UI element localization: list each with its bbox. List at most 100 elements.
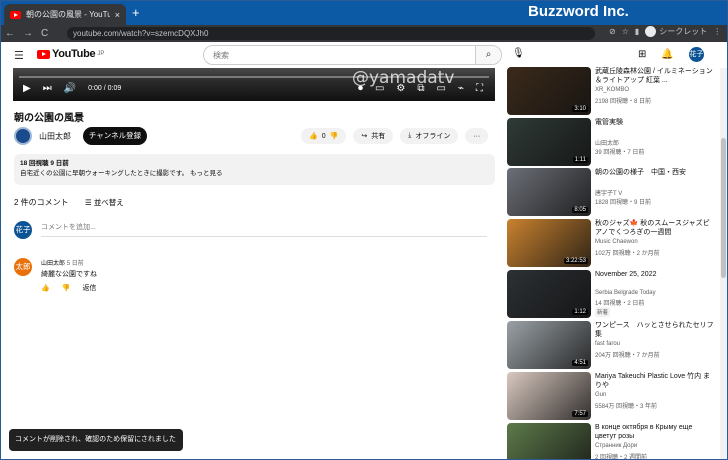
new-badge: 新着 [595, 307, 611, 317]
recommendation-title[interactable]: В конце октября в Крыму еще цветут розы [595, 423, 715, 441]
download-icon: ⤓ [408, 132, 412, 139]
miniplayer-icon[interactable]: ⧉ [417, 83, 424, 94]
recommendation-item[interactable]: 1:12 November 25, 2022 Serbia Belgrade Tod… [507, 270, 719, 318]
search-icon[interactable]: ⌕ [475, 46, 501, 64]
video-thumbnail[interactable]: 1:11 [507, 118, 591, 166]
channel-name[interactable]: 山田太郎 [39, 131, 71, 142]
forward-icon[interactable]: → [19, 28, 37, 39]
views-date: 18 回視聴 9 日前 [20, 160, 69, 167]
url-text: youtube.com/watch?v=szemcDQXJh0 [73, 29, 209, 38]
video-thumbnail[interactable] [507, 423, 591, 459]
incognito-indicator[interactable]: シークレット [645, 26, 707, 37]
duration-badge: 3:10 [572, 106, 588, 112]
recommendation-item[interactable]: 1:11 電管実験 山田太郎 39 回視聴・7 日前 [507, 118, 719, 166]
comment-avatar[interactable]: 太郎 [14, 258, 32, 276]
video-thumbnail[interactable]: 4:51 [507, 321, 591, 369]
subtitles-icon[interactable]: ▭ [375, 83, 384, 94]
like-icon[interactable]: 👍 [309, 132, 318, 140]
next-icon[interactable]: ⏭ [43, 83, 52, 94]
microphone-icon[interactable]: 🎙 [512, 48, 525, 59]
recommendation-channel[interactable]: fast farou [595, 341, 620, 347]
star-icon[interactable]: ☆ [622, 27, 629, 36]
volume-icon[interactable]: 🔊 [64, 83, 76, 94]
video-title: 朝の公園の風景 [14, 113, 84, 124]
my-avatar: 花子 [14, 221, 32, 239]
video-player[interactable]: @yamadatv ▶ ⏭ 🔊 0:00 / 0:09 ⏺ ▭ ⚙ ⧉ ▭ ⌁ … [13, 68, 495, 101]
youtube-header: ☰ YouTube JP 検索 ⌕ 🎙 ⊞ 🔔 花子 [1, 42, 727, 68]
progress-bar[interactable] [19, 76, 489, 78]
comment-author[interactable]: 山田太郎 [41, 261, 65, 267]
description-box[interactable]: 18 回視聴 9 日前 自宅近くの公園に早朝ウォーキングしたときに撮影です。 も… [14, 154, 495, 185]
cast-icon[interactable]: ⌁ [458, 83, 464, 94]
sort-button[interactable]: ☰ 並べ替え [85, 197, 124, 208]
settings-gear-icon[interactable]: ⚙ [396, 83, 405, 94]
scrollbar-thumb[interactable] [721, 138, 726, 278]
recommendation-title[interactable]: November 25, 2022 [595, 270, 715, 279]
share-label: 共有 [371, 133, 386, 140]
recommendation-meta: 204万 回視聴・7 か月前 [595, 353, 660, 359]
youtube-play-icon [37, 49, 50, 59]
share-button[interactable]: ↪ 共有 [353, 128, 394, 144]
recommendation-channel[interactable]: Gun [595, 392, 606, 398]
eye-off-icon[interactable]: ⊘ [609, 27, 616, 36]
autoplay-toggle[interactable]: ⏺ [358, 83, 363, 94]
hamburger-menu-icon[interactable]: ☰ [14, 49, 24, 62]
recommendation-item[interactable]: В конце октября в Крыму еще цветут розы С… [507, 423, 719, 459]
recommendation-item[interactable]: 7:57 Mariya Takeuchi Plastic Love 竹内 まりや G… [507, 372, 719, 420]
search-input[interactable]: 検索 [213, 50, 229, 61]
user-avatar[interactable]: 花子 [688, 47, 704, 62]
menu-kebab-icon[interactable]: ⋮ [713, 27, 721, 36]
search-box[interactable]: 検索 ⌕ [203, 45, 502, 65]
reload-icon[interactable]: C [37, 28, 52, 39]
recommendation-channel[interactable]: Music Chaewon [595, 239, 638, 245]
reply-button[interactable]: 返信 [82, 283, 96, 293]
recommendation-item[interactable]: 3:22:53 秋のジャズ🍁 秋のスムースジャズピアノでくつろぎの一週間 Music… [507, 219, 719, 267]
notification-bell-icon[interactable]: 🔔 [661, 49, 673, 60]
recommendation-channel[interactable]: Serbia Belgrade Today [595, 290, 656, 296]
duration-badge: 1:11 [572, 157, 588, 163]
back-icon[interactable]: ← [1, 28, 19, 39]
recommendation-item[interactable]: 3:10 武蔵丘陵森林公園 / イルミネーション＆ライトアップ 紅葉 ... XR_… [507, 67, 719, 115]
video-thumbnail[interactable]: 3:10 [507, 67, 591, 115]
tab-close-icon[interactable]: × [115, 10, 120, 20]
play-icon[interactable]: ▶ [23, 83, 31, 94]
address-bar: ← → C youtube.com/watch?v=szemcDQXJh0 ⊘ … [1, 25, 727, 42]
page-scrollbar[interactable] [720, 68, 727, 459]
comment-like-icon[interactable]: 👍 [41, 284, 50, 292]
offline-button[interactable]: ⤓ オフライン [400, 128, 459, 144]
comment-dislike-icon[interactable]: 👎 [62, 284, 71, 292]
recommendation-item[interactable]: 8:05 朝の公園の様子 中国・西安 唐宇子T V 1828 回視聴・9 日前 [507, 168, 719, 216]
recommendation-title[interactable]: 秋のジャズ🍁 秋のスムースジャズピアノでくつろぎの一週間 [595, 219, 715, 237]
recommendation-title[interactable]: 電管実験 [595, 118, 715, 127]
video-thumbnail[interactable]: 8:05 [507, 168, 591, 216]
theater-icon[interactable]: ▭ [437, 83, 446, 94]
recommendation-channel[interactable]: 唐宇子T V [595, 188, 622, 197]
recommendation-item[interactable]: 4:51 ワンピース ハッとさせられたセリフ集 fast farou 204万 回視聴… [507, 321, 719, 369]
create-video-icon[interactable]: ⊞ [638, 49, 646, 60]
browser-tab[interactable]: 朝の公園の風景 - YouTube × [4, 4, 126, 25]
video-thumbnail[interactable]: 1:12 [507, 270, 591, 318]
recommendation-title[interactable]: 武蔵丘陵森林公園 / イルミネーション＆ライトアップ 紅葉 ... [595, 67, 715, 85]
recommendation-channel[interactable]: Странник Дори [595, 443, 637, 449]
sidepanel-icon[interactable]: ▮ [635, 27, 639, 36]
recommendation-title[interactable]: 朝の公園の様子 中国・西安 [595, 168, 715, 177]
recommendation-title[interactable]: Mariya Takeuchi Plastic Love 竹内 まりや [595, 372, 715, 390]
channel-info[interactable]: 山田太郎 [14, 127, 71, 145]
recommendation-title[interactable]: ワンピース ハッとさせられたセリフ集 [595, 321, 715, 339]
video-thumbnail[interactable]: 7:57 [507, 372, 591, 420]
dislike-icon[interactable]: 👎 [330, 132, 339, 140]
url-field[interactable]: youtube.com/watch?v=szemcDQXJh0 [67, 27, 595, 40]
subscribe-button[interactable]: チャンネル登録 [83, 127, 147, 145]
time-display: 0:00 / 0:09 [88, 85, 122, 92]
recommendation-channel[interactable]: XR_KOMBO [595, 87, 629, 93]
channel-avatar[interactable] [14, 127, 32, 145]
fullscreen-icon[interactable]: ⛶ [476, 83, 483, 94]
more-actions-button[interactable]: ··· [465, 128, 489, 144]
comment-input[interactable]: コメントを追加... [41, 222, 487, 237]
recommendation-channel[interactable]: 山田太郎 [595, 138, 619, 147]
comment-text: 綺麗な公園ですね [41, 271, 97, 278]
new-tab-button[interactable]: + [132, 5, 140, 20]
comment-time[interactable]: 5 日前 [67, 261, 84, 267]
youtube-logo[interactable]: YouTube JP [37, 48, 104, 60]
video-thumbnail[interactable]: 3:22:53 [507, 219, 591, 267]
